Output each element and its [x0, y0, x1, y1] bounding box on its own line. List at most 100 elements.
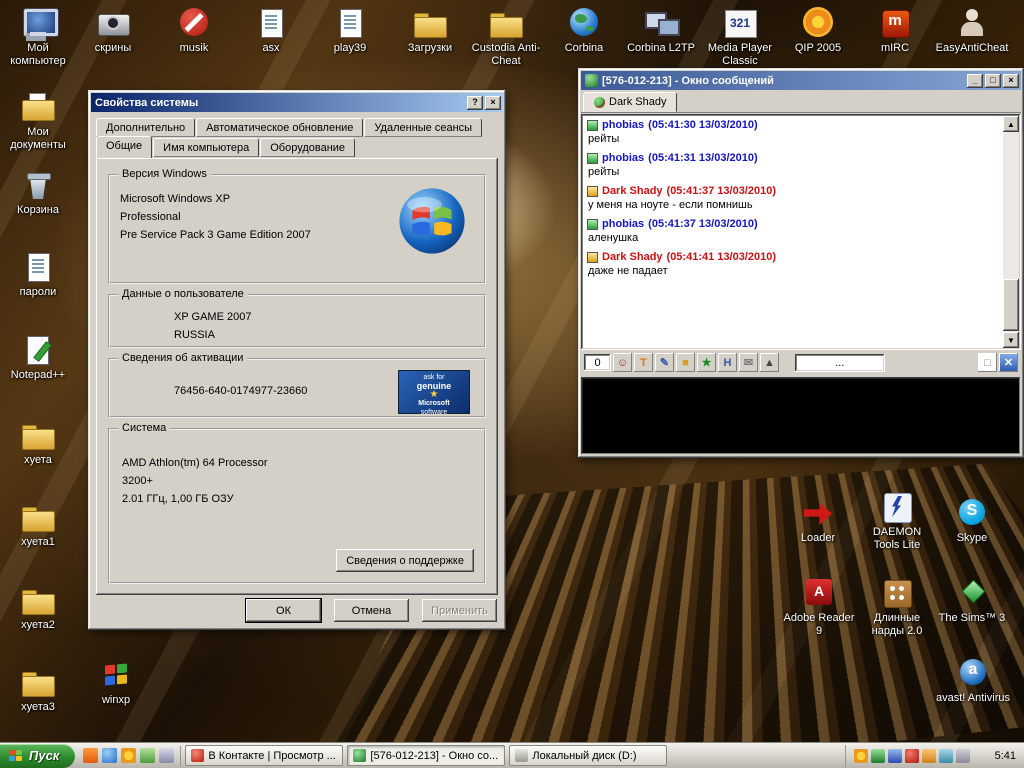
favorites-button[interactable]: ★: [697, 353, 716, 372]
desktop-icon-winxp[interactable]: winxp: [78, 658, 154, 707]
send-mode-button[interactable]: ▲: [760, 353, 779, 372]
antivirus-tray-icon[interactable]: [870, 748, 885, 763]
minimize-button[interactable]: _: [967, 73, 983, 88]
update-tray-icon[interactable]: [921, 748, 936, 763]
apply-button[interactable]: Применить: [422, 599, 497, 622]
tab-avtomaticheskoe-obnovlenie[interactable]: Автоматическое обновление: [196, 118, 364, 137]
save-button[interactable]: ■: [676, 353, 695, 372]
ok-button[interactable]: ОК: [245, 598, 322, 623]
icon-label: скрины: [94, 42, 132, 54]
chat-message: phobias (05:41:30 13/03/2010) рейты: [587, 119, 999, 145]
icon-label: play39: [333, 42, 367, 54]
desktop-icon-media-player-classic[interactable]: Media Player Classic: [702, 6, 778, 68]
new-page-button[interactable]: □: [978, 353, 997, 372]
chat-message-area[interactable]: phobias (05:41:30 13/03/2010) рейты phob…: [581, 114, 1021, 350]
desktop-icon-musik[interactable]: musik: [156, 6, 232, 55]
network-tray-icon[interactable]: [938, 748, 953, 763]
start-button[interactable]: Пуск: [0, 743, 76, 768]
history-button[interactable]: H: [718, 353, 737, 372]
person-bust-icon: [954, 6, 990, 40]
support-info-button[interactable]: Сведения о поддержке: [336, 549, 474, 572]
cancel-button[interactable]: Отмена: [334, 599, 409, 622]
message-text: аленушка: [588, 232, 639, 244]
windows-flag-icon: [98, 658, 134, 692]
desktop-icon-play39[interactable]: play39: [312, 6, 388, 55]
help-button[interactable]: ?: [467, 95, 483, 110]
group-title: Система: [118, 422, 171, 434]
task-button-local-disk-d[interactable]: Локальный диск (D:): [509, 745, 668, 766]
desktop-icon-hueta[interactable]: хуета: [0, 418, 76, 467]
clock[interactable]: 5:41: [995, 750, 1016, 762]
desktop-icon-recycle-bin[interactable]: Корзина: [0, 168, 76, 217]
chat-tab-dark-shady[interactable]: Dark Shady: [583, 92, 678, 112]
desktop-icon-hueta1[interactable]: хуета1: [0, 500, 76, 549]
desktop-icon-notepad-plus-plus[interactable]: Notepad++: [0, 333, 76, 382]
tab-obschie[interactable]: Общие: [96, 136, 153, 158]
desktop-icon-hueta2[interactable]: хуета2: [0, 583, 76, 632]
desktop-icon-skype[interactable]: Skype: [934, 496, 1010, 545]
more-actions-dropdown[interactable]: ...: [795, 353, 885, 372]
message-sender: phobias: [602, 119, 645, 131]
desktop-icon-daemon-tools-lite[interactable]: DAEMON Tools Lite: [859, 490, 935, 552]
tab-imya-kompyutera[interactable]: Имя компьютера: [153, 138, 260, 157]
quick-launch-browser-icon[interactable]: [83, 748, 99, 763]
text-file-icon: [20, 250, 56, 284]
qip-tray-icon[interactable]: [853, 748, 868, 763]
activation-group: Сведения об активации 76456-640-0174977-…: [108, 352, 486, 418]
folder-icon: [20, 418, 56, 452]
color-button[interactable]: ✎: [655, 353, 674, 372]
desktop-icon-mirc[interactable]: mIRC: [857, 6, 933, 55]
tab-udalennye-seansy[interactable]: Удаленные сеансы: [364, 118, 483, 137]
qip-tab-bar: Dark Shady: [581, 90, 1021, 113]
qip-titlebar[interactable]: [576-012-213] - Окно сообщений _ □ ×: [581, 71, 1021, 90]
icon-label: musik: [179, 42, 209, 54]
message-input-area[interactable]: [581, 377, 1021, 455]
desktop-icon-avast-antivirus[interactable]: avast! Antivirus: [935, 656, 1011, 705]
daemon-tray-icon[interactable]: [887, 748, 902, 763]
close-chat-button[interactable]: ✕: [999, 353, 1018, 372]
desktop-icon-zagruzki[interactable]: Загрузки: [392, 6, 468, 55]
desktop-icon-adobe-reader-9[interactable]: Adobe Reader 9: [781, 576, 857, 638]
close-button[interactable]: ×: [1003, 73, 1019, 88]
task-button-qip-chat[interactable]: [576-012-213] - Окно со...: [347, 745, 506, 766]
tab-dopolnitelno[interactable]: Дополнительно: [96, 118, 196, 137]
scroll-up-icon[interactable]: ▲: [1003, 116, 1019, 132]
desktop-icon-custodia-anti-cheat[interactable]: Custodia Anti-Cheat: [468, 6, 544, 68]
quick-launch-mail-icon[interactable]: [140, 748, 156, 763]
font-button[interactable]: T: [634, 353, 653, 372]
desktop-icon-corbina[interactable]: Corbina: [546, 6, 622, 55]
icon-label: The Sims™ 3: [938, 612, 1006, 624]
message-sender: phobias: [602, 152, 645, 164]
volume-tray-icon[interactable]: [973, 749, 987, 763]
quick-launch-qip-icon[interactable]: [121, 748, 137, 763]
desktop-icon-easyanticheat[interactable]: EasyAntiCheat: [934, 6, 1010, 55]
desktop-icon-loader[interactable]: Loader: [780, 496, 856, 545]
ati-tray-icon[interactable]: [904, 748, 919, 763]
scrollbar-thumb[interactable]: [1003, 279, 1019, 331]
desktop-icon-hueta3[interactable]: хуета3: [0, 665, 76, 714]
tab-oborudovanie[interactable]: Оборудование: [260, 138, 356, 157]
scroll-down-icon[interactable]: ▼: [1003, 332, 1019, 348]
desktop-icon-corbina-l2tp[interactable]: Corbina L2TP: [623, 6, 699, 55]
quick-launch-show-desktop-icon[interactable]: [159, 748, 175, 763]
mail-button[interactable]: ✉: [739, 353, 758, 372]
message-text: рейты: [588, 133, 620, 145]
desktop-icon-dlinnye-nardy[interactable]: Длинные нарды 2.0: [859, 576, 935, 638]
smileys-button[interactable]: ☺: [613, 353, 632, 372]
dialog-titlebar[interactable]: Свойства системы ? ×: [91, 93, 503, 112]
monitor-tray-icon[interactable]: [955, 748, 970, 763]
desktop-icon-qip-2005[interactable]: QIP 2005: [780, 6, 856, 55]
desktop-icon-the-sims-3[interactable]: The Sims™ 3: [934, 576, 1010, 625]
desktop-icon-paroli[interactable]: пароли: [0, 250, 76, 299]
desktop-icon-my-documents[interactable]: Мои документы: [0, 90, 76, 152]
chat-scrollbar[interactable]: ▲ ▼: [1003, 116, 1019, 348]
desktop-icon-asx[interactable]: asx: [233, 6, 309, 55]
maximize-button[interactable]: □: [985, 73, 1001, 88]
message-sender: Dark Shady: [602, 251, 663, 263]
desktop-icon-skriny[interactable]: скрины: [75, 6, 151, 55]
chat-tab-label: Dark Shady: [609, 96, 667, 108]
task-button-vkontakte[interactable]: В Контакте | Просмотр ...: [185, 745, 344, 766]
quick-launch-ie-icon[interactable]: [102, 748, 118, 763]
desktop-icon-my-computer[interactable]: Мой компьютер: [0, 6, 76, 68]
close-button[interactable]: ×: [485, 95, 501, 110]
